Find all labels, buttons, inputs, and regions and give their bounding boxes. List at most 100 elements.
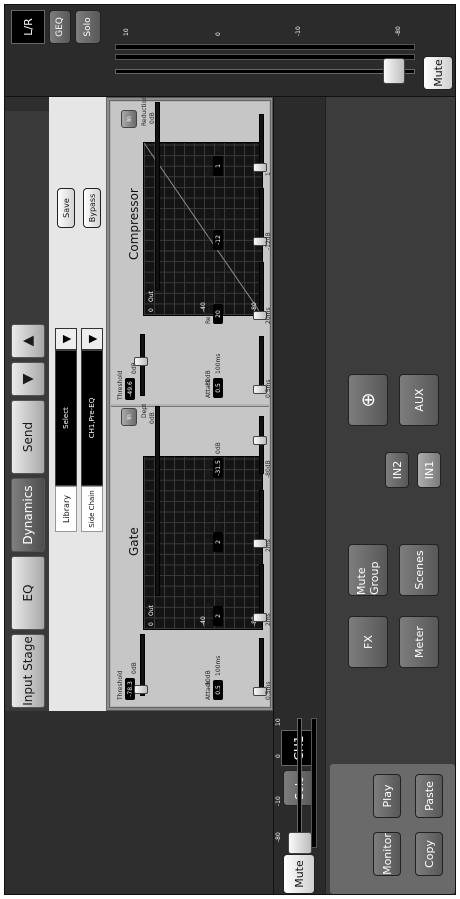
library-select[interactable]: Select [55,350,77,486]
paste-button[interactable]: Paste [415,774,443,818]
gate-title: Gate [127,527,141,556]
triangle-up-icon[interactable]: ▲ [11,324,45,358]
gate-param-hold: Hold 2 2000ms 2ms [201,486,272,556]
gate-depth-label: Depth [205,459,212,478]
gate-depth-max: 0dB [215,442,222,454]
compressor-reduction-label: Reduction [141,96,148,126]
library-select-value: Select [62,407,70,429]
lr-meter-left [115,54,415,60]
save-button[interactable]: Save [57,188,75,228]
compressor-graph-label-0: 0 [148,308,155,312]
gate-depth-handle[interactable] [253,436,267,446]
tab-eq[interactable]: EQ [11,556,45,630]
compressor-gain-value: -12 [213,230,223,250]
in1-button[interactable]: IN1 [417,452,441,488]
lr-meter-right [115,44,415,50]
monitor-button[interactable]: Monitor [373,832,401,876]
sidechain-label-box: Side Chain [81,486,103,532]
gate-threshold-handle[interactable] [134,685,148,694]
compressor-release-value: 20 [213,304,223,324]
compass-icon[interactable]: ⊕ [348,374,388,426]
gate-depth-min: -80dB [265,460,272,478]
compressor-ratio-handle[interactable] [253,163,267,172]
gate-attack-value: 0.5 [213,680,223,700]
gate-depth-value: -31.5 [213,458,223,478]
compressor-release-max: 5000ms [215,275,222,300]
mute-group-button[interactable]: Mute Group [348,544,388,596]
compressor-ratio-label: Ratio [205,160,212,176]
tab-input-stage[interactable]: Input Stage [11,634,45,708]
compressor-gain-label: Gain [205,236,212,250]
ch1-mute-button[interactable]: Mute [283,854,315,894]
sidechain-select-value: CH1,Pre-EQ [88,397,96,439]
scenes-button[interactable]: Scenes [399,544,439,596]
aux-button[interactable]: AUX [399,374,439,426]
compressor-attack-max: 100ms [215,353,222,374]
lr-scale-minus80: -80 [395,26,402,36]
compressor-param-gain: Gain -12 12dB -12dB [201,184,272,254]
gate-hold-label: Hold [205,538,212,552]
sidechain-select[interactable]: CH1,Pre-EQ [81,350,103,486]
gate-release-label: Release [205,602,212,626]
lr-fader-handle[interactable] [383,58,405,84]
gate-threshold-label: Threshold [117,670,124,700]
meter-button[interactable]: Meter [399,616,439,668]
compressor-gain-min: -12dB [265,232,272,250]
gate-depth-meter-bar [155,406,160,596]
library-label-box: Library [55,486,77,532]
gate-release-max: 2000ms [215,577,222,602]
compressor-in-button[interactable]: In [121,110,137,128]
compressor-graph-label-out: Out [148,291,155,302]
lr-scale-0: 0 [215,32,222,36]
gate-release-min: 2ms [265,613,272,626]
compressor-ratio-value: 1 [213,156,223,176]
gate-hold-max: 2000ms [215,503,222,528]
gate-graph-label-out: Out [148,605,155,616]
gate-graph-label-0: 0 [148,622,155,626]
library-label: Library [61,495,71,523]
lr-solo-button[interactable]: Solo [75,10,101,44]
compressor-param-attack: Attack 0.5 100ms 0.5ms [201,332,272,402]
gate-hold-min: 2ms [265,539,272,552]
lr-scale-minus10: -10 [295,26,302,36]
lr-name-box: L/R [11,10,45,44]
ch1-scale-minus80: -80 [275,832,282,842]
gate-hold-value: 2 [213,532,223,552]
ch1-scale-0: 0 [275,754,282,758]
compressor-ratio-min: 1 [265,172,272,176]
lr-scale-10: 10 [123,28,130,36]
compressor-release-label: Release [205,300,212,324]
compressor-threshold-label: Threshold [117,370,124,400]
gate-release-value: 2 [213,606,223,626]
copy-button[interactable]: Copy [415,832,443,876]
sidechain-dropdown-arrow-icon[interactable]: ▼ [81,328,103,350]
lr-mute-button[interactable]: Mute [423,56,453,90]
geq-button[interactable]: GEQ [49,10,71,44]
compressor-ratio-max: 20 [215,144,222,152]
library-dropdown-arrow-icon[interactable]: ▼ [55,328,77,350]
triangle-down-icon[interactable]: ▼ [11,362,45,396]
play-button[interactable]: Play [373,774,401,818]
tab-send[interactable]: Send [11,400,45,474]
bypass-button[interactable]: Bypass [83,188,101,228]
ch1-fader-track [297,718,302,848]
compressor-attack-min: 0.5ms [265,379,272,398]
gate-attack-min: 0.5ms [265,681,272,700]
compressor-attack-label: Attack [205,378,212,398]
ch1-scale-minus10: -10 [275,796,282,806]
in2-button[interactable]: IN2 [385,452,409,488]
compressor-release-min: 20ms [265,307,272,324]
compressor-attack-value: 0.5 [213,378,223,398]
left-control-panel [325,5,455,894]
ch1-scale-10: 10 [275,718,282,726]
ch1-fader-handle[interactable] [288,832,312,854]
gate-param-release: Release 2 2000ms 2ms [201,560,272,630]
compressor-param-ratio: Ratio 1 20 1 [201,110,272,180]
compressor-threshold-handle[interactable] [134,357,148,366]
fx-button[interactable]: FX [348,616,388,668]
gate-in-button[interactable]: In [121,408,137,426]
tab-dynamics[interactable]: Dynamics [11,478,45,552]
compressor-threshold-value: -49.6 [125,378,135,400]
gate-attack-label: Attack [205,680,212,700]
ch1-meter [311,718,317,848]
